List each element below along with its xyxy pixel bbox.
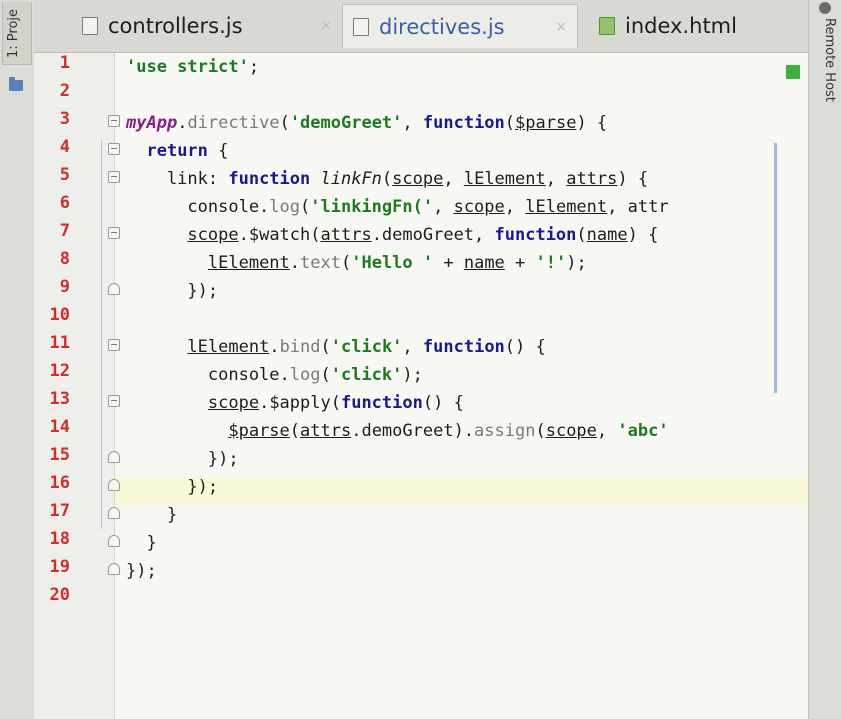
folder-icon[interactable] (9, 77, 23, 91)
html-file-icon (599, 17, 615, 35)
close-icon[interactable]: × (555, 19, 567, 35)
line-number: 8 (59, 249, 70, 269)
code-line[interactable]: }); (126, 557, 157, 585)
tab-label: directives.js (379, 14, 505, 39)
editor-tab-bar: controllers.js × directives.js × index.h… (34, 0, 808, 53)
close-icon[interactable]: × (320, 18, 332, 34)
tab-label: controllers.js (108, 14, 243, 38)
line-number: 2 (59, 81, 70, 101)
code-line[interactable]: 'use strict'; (126, 53, 259, 81)
line-number: 4 (59, 137, 70, 157)
fold-toggle-icon[interactable] (108, 227, 120, 239)
line-number: 10 (49, 305, 70, 325)
fold-toggle-icon[interactable] (108, 171, 120, 183)
js-file-icon (353, 17, 369, 36)
code-line[interactable]: console.log('click'); (126, 361, 423, 389)
line-number: 12 (49, 361, 70, 381)
fold-end-icon[interactable] (108, 479, 120, 491)
fold-range-line (101, 139, 102, 529)
line-number: 7 (59, 221, 70, 241)
tab-index-html[interactable]: index.html (589, 4, 808, 48)
line-number: 11 (49, 333, 70, 353)
code-line[interactable]: } (126, 501, 177, 529)
left-tool-strip: 1: Proje (0, 0, 35, 719)
fold-toggle-icon[interactable] (108, 339, 120, 351)
fold-toggle-icon[interactable] (108, 143, 120, 155)
line-number: 14 (49, 417, 70, 437)
tab-label: index.html (625, 14, 737, 38)
fold-toggle-icon[interactable] (108, 395, 120, 407)
code-editor[interactable]: 1 2 3 4 5 6 7 8 9 10 11 12 13 14 15 16 1… (34, 53, 808, 719)
indent-guide (774, 143, 777, 393)
fold-end-icon[interactable] (108, 283, 120, 295)
fold-end-icon[interactable] (108, 451, 120, 463)
line-number: 16 (49, 473, 70, 493)
js-file-icon (82, 17, 98, 35)
remote-host-icon[interactable] (819, 2, 831, 14)
remote-host-label[interactable]: Remote Host (822, 18, 837, 102)
code-line[interactable]: lElement.bind('click', function() { (126, 333, 545, 361)
code-line[interactable]: }); (126, 445, 239, 473)
code-line[interactable]: myApp.directive('demoGreet', function($p… (126, 109, 607, 137)
code-line[interactable]: console.log('linkingFn(', scope, lElemen… (126, 193, 668, 221)
line-number: 9 (59, 277, 70, 297)
code-line[interactable]: } (126, 529, 156, 557)
code-line[interactable]: }); (126, 473, 218, 501)
line-number: 5 (59, 165, 70, 185)
fold-toggle-icon[interactable] (108, 115, 120, 127)
file-status-marker (786, 65, 800, 79)
current-line-highlight (115, 477, 808, 505)
line-number: 17 (49, 501, 70, 521)
code-line[interactable]: }); (126, 277, 218, 305)
line-number: 1 (59, 53, 70, 73)
fold-end-icon[interactable] (108, 535, 120, 547)
project-tool-label[interactable]: 1: Proje (6, 9, 21, 58)
fold-end-icon[interactable] (108, 563, 120, 575)
line-number: 13 (49, 389, 70, 409)
line-number: 6 (59, 193, 70, 213)
code-line[interactable]: scope.$apply(function() { (126, 389, 464, 417)
code-line[interactable]: return { (126, 137, 228, 165)
code-line[interactable]: link: function linkFn(scope, lElement, a… (126, 165, 648, 193)
tab-directives-js[interactable]: directives.js × (342, 4, 578, 48)
line-number: 3 (59, 109, 70, 129)
fold-end-icon[interactable] (108, 507, 120, 519)
right-tool-strip: Remote Host (808, 0, 841, 719)
code-line[interactable]: lElement.text('Hello ' + name + '!'); (126, 249, 587, 277)
line-number: 19 (49, 557, 70, 577)
code-line[interactable]: scope.$watch(attrs.demoGreet, function(n… (126, 221, 658, 249)
line-number: 15 (49, 445, 70, 465)
code-line[interactable]: $parse(attrs.demoGreet).assign(scope, 'a… (126, 417, 668, 445)
tab-controllers-js[interactable]: controllers.js × (72, 4, 342, 48)
line-number: 20 (49, 585, 70, 605)
line-number: 18 (49, 529, 70, 549)
ide-window: 1: Proje controllers.js × directives.js … (0, 0, 841, 719)
